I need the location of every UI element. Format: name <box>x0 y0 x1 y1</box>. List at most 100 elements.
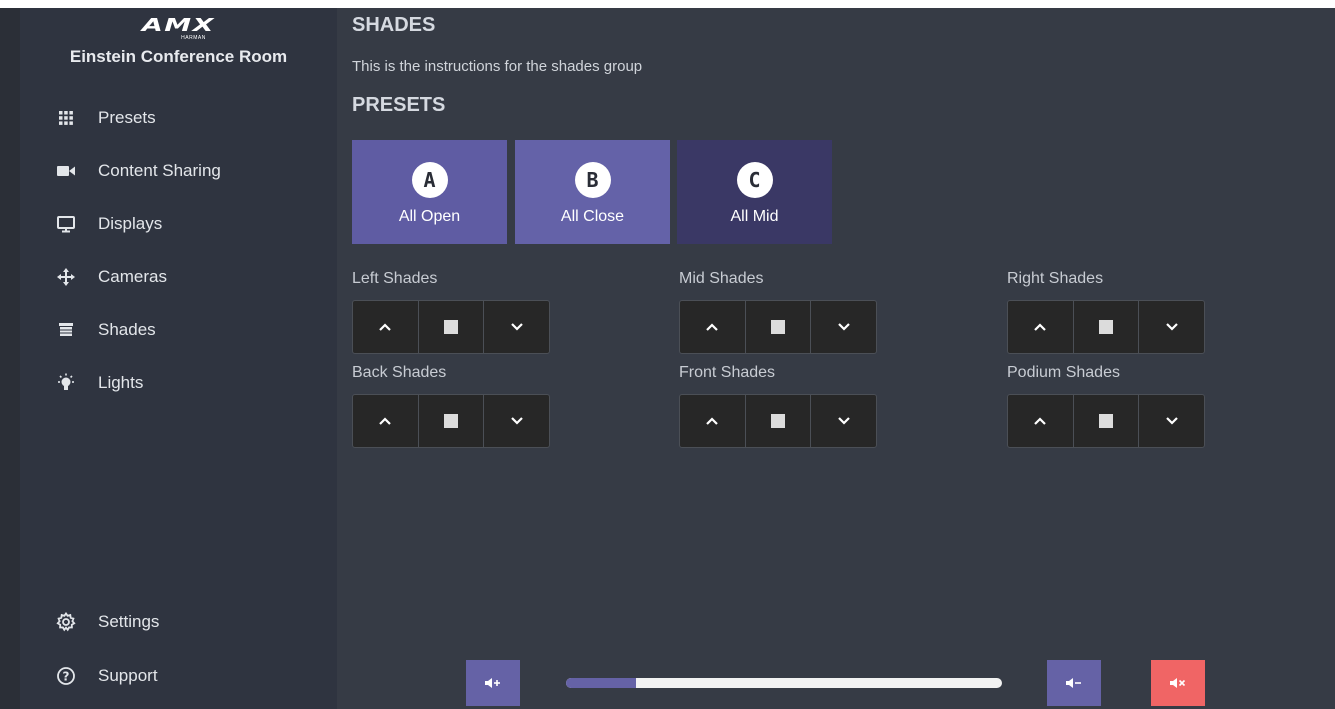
chevron-down-icon <box>1165 323 1178 331</box>
preset-label: All Mid <box>730 208 779 225</box>
chevron-up-icon <box>1034 323 1047 331</box>
mute-button[interactable] <box>1151 660 1205 706</box>
volume-up-button[interactable] <box>466 660 520 706</box>
grid-icon <box>56 108 76 128</box>
shade-down-button[interactable] <box>1138 301 1204 353</box>
chevron-down-icon <box>510 417 523 425</box>
sidebar-item-cameras[interactable]: Cameras <box>20 257 337 297</box>
shade-stop-button[interactable] <box>744 395 811 447</box>
sidebar-item-label: Presets <box>98 108 156 127</box>
shade-stop-button[interactable] <box>1072 395 1139 447</box>
sidebar: AMX HARMAN Einstein Conference Room Pres… <box>20 8 337 709</box>
chevron-up-icon <box>706 323 719 331</box>
gear-icon <box>56 612 76 632</box>
volume-slider-fill <box>566 678 636 688</box>
help-icon: ? <box>56 666 76 686</box>
left-shades-control <box>352 300 550 354</box>
sidebar-item-presets[interactable]: Presets <box>20 98 337 138</box>
shade-up-button[interactable] <box>353 301 418 353</box>
front-shades-label: Front Shades <box>679 364 776 381</box>
chevron-up-icon <box>379 417 392 425</box>
shade-down-button[interactable] <box>483 301 549 353</box>
right-shades-control <box>1007 300 1205 354</box>
preset-label: All Close <box>560 208 625 225</box>
volume-down-icon <box>1066 678 1081 688</box>
preset-label: All Open <box>398 208 461 225</box>
main-content: SHADES This is the instructions for the … <box>352 8 1312 709</box>
presets-title: PRESETS <box>352 94 446 116</box>
shade-up-button[interactable] <box>1008 395 1073 447</box>
preset-badge: B <box>574 162 611 198</box>
app-window: AMX HARMAN Einstein Conference Room Pres… <box>0 8 1335 709</box>
chevron-down-icon <box>837 323 850 331</box>
sidebar-item-label: Settings <box>98 612 160 631</box>
shade-down-button[interactable] <box>810 301 876 353</box>
shade-down-button[interactable] <box>483 395 549 447</box>
chevron-up-icon <box>379 323 392 331</box>
bulb-icon <box>56 373 76 393</box>
stop-icon <box>1099 414 1113 428</box>
mute-icon <box>1170 678 1186 688</box>
shade-up-button[interactable] <box>680 301 745 353</box>
shades-icon <box>56 320 76 340</box>
shade-stop-button[interactable] <box>1072 301 1139 353</box>
sidebar-item-label: Shades <box>98 320 156 339</box>
sidebar-item-label: Cameras <box>98 267 167 286</box>
mid-shades-control <box>679 300 877 354</box>
stop-icon <box>771 414 785 428</box>
sidebar-item-displays[interactable]: Displays <box>20 204 337 244</box>
sidebar-item-content-sharing[interactable]: Content Sharing <box>20 151 337 191</box>
stop-icon <box>444 320 458 334</box>
stop-icon <box>1099 320 1113 334</box>
stop-icon <box>444 414 458 428</box>
podium-shades-label: Podium Shades <box>1007 364 1120 381</box>
preset-badge: C <box>736 162 773 198</box>
monitor-icon <box>56 214 76 234</box>
sidebar-item-settings[interactable]: Settings <box>20 602 337 642</box>
left-shades-label: Left Shades <box>352 270 438 287</box>
left-edge-strip <box>0 8 20 709</box>
sidebar-item-shades[interactable]: Shades <box>20 310 337 350</box>
sidebar-item-label: Lights <box>98 373 144 392</box>
right-shades-label: Right Shades <box>1007 270 1104 287</box>
sidebar-item-lights[interactable]: Lights <box>20 363 337 403</box>
shade-up-button[interactable] <box>353 395 418 447</box>
chevron-up-icon <box>1034 417 1047 425</box>
shade-up-button[interactable] <box>680 395 745 447</box>
back-shades-label: Back Shades <box>352 364 447 381</box>
mid-shades-label: Mid Shades <box>679 270 764 287</box>
podium-shades-control <box>1007 394 1205 448</box>
preset-all-mid-button[interactable]: C All Mid <box>677 140 832 244</box>
chevron-down-icon <box>1165 417 1178 425</box>
chevron-down-icon <box>837 417 850 425</box>
sidebar-item-label: Content Sharing <box>98 161 221 180</box>
preset-badge: A <box>411 162 448 198</box>
shade-down-button[interactable] <box>1138 395 1204 447</box>
video-icon <box>56 161 76 181</box>
volume-slider[interactable] <box>566 678 1002 688</box>
chevron-down-icon <box>510 323 523 331</box>
volume-down-button[interactable] <box>1047 660 1101 706</box>
shade-stop-button[interactable] <box>417 395 484 447</box>
preset-all-open-button[interactable]: A All Open <box>352 140 507 244</box>
instructions-text: This is the instructions for the shades … <box>352 58 643 75</box>
preset-all-close-button[interactable]: B All Close <box>515 140 670 244</box>
amx-logo: AMX HARMAN <box>20 15 337 42</box>
back-shades-control <box>352 394 550 448</box>
room-name: Einstein Conference Room <box>69 47 288 66</box>
chevron-up-icon <box>706 417 719 425</box>
brand: AMX HARMAN Einstein Conference Room <box>20 15 337 67</box>
volume-up-icon <box>485 678 500 688</box>
svg-text:?: ? <box>63 670 70 684</box>
shade-up-button[interactable] <box>1008 301 1073 353</box>
move-icon <box>56 267 76 287</box>
shade-down-button[interactable] <box>810 395 876 447</box>
sidebar-item-label: Support <box>98 666 158 685</box>
page-title: SHADES <box>352 14 436 36</box>
front-shades-control <box>679 394 877 448</box>
sidebar-item-label: Displays <box>98 214 163 233</box>
shade-stop-button[interactable] <box>417 301 484 353</box>
logo-text: AMX <box>141 15 216 36</box>
sidebar-item-support[interactable]: ? Support <box>20 656 337 696</box>
shade-stop-button[interactable] <box>744 301 811 353</box>
